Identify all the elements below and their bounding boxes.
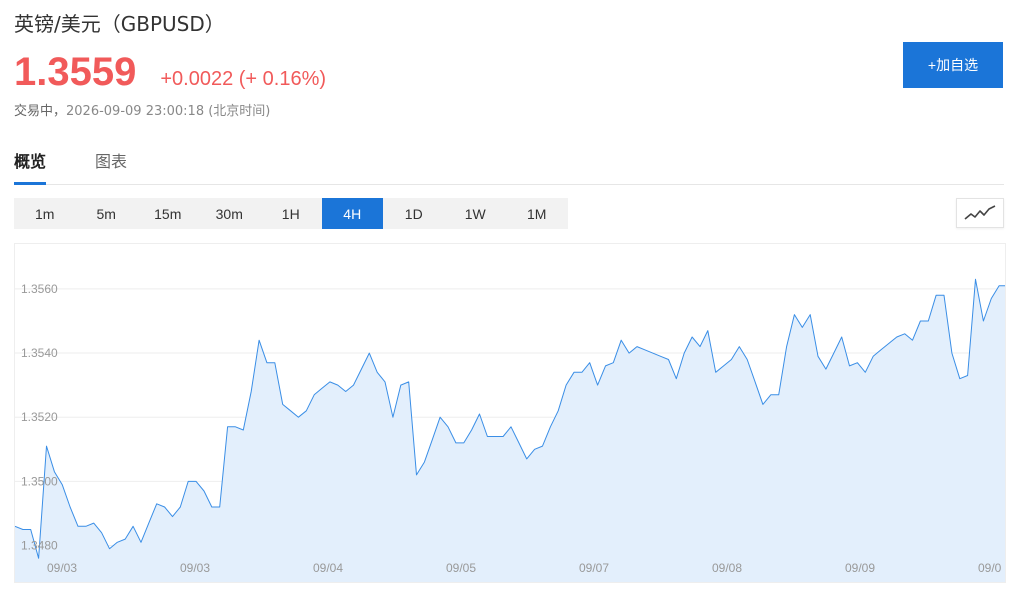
interval-selector: 1m 5m 15m 30m 1H 4H 1D 1W 1M (14, 198, 568, 229)
interval-1d[interactable]: 1D (383, 198, 445, 229)
y-tick-label: 1.3480 (21, 539, 58, 553)
line-chart-icon (964, 205, 996, 220)
tab-overview[interactable]: 概览 (14, 148, 47, 185)
price-chart: 1.3480 1.3500 1.3520 1.3540 1.3560 09/03 09/0… (14, 243, 1006, 583)
last-price: 1.3559 (14, 50, 137, 94)
price-row: 1.3559 +0.0022 (+ 0.16%) (14, 50, 326, 95)
x-tick-label: 09/05 (446, 561, 476, 575)
tab-bar: 概览 图表 (14, 140, 1004, 185)
instrument-title: 英镑/美元（GBPUSD） (14, 12, 225, 36)
y-tick-label: 1.3520 (21, 410, 58, 424)
x-tick-label: 09/07 (579, 561, 609, 575)
price-chart-svg: 1.3480 1.3500 1.3520 1.3540 1.3560 09/03 09/0… (15, 278, 1005, 582)
interval-1h[interactable]: 1H (260, 198, 322, 229)
price-area (15, 279, 1005, 582)
tab-chart[interactable]: 图表 (95, 148, 127, 182)
x-tick-label: 09/0 (978, 561, 1002, 575)
interval-1mo[interactable]: 1M (506, 198, 568, 229)
chart-type-button[interactable] (956, 198, 1004, 228)
quote-page: 英镑/美元（GBPUSD） 1.3559 +0.0022 (+ 0.16%) 交… (0, 0, 1024, 596)
x-tick-label: 09/09 (845, 561, 875, 575)
trading-status: 交易中，2026-09-09 23:00:18 (北京时间) (14, 100, 270, 119)
interval-4h[interactable]: 4H (321, 198, 383, 229)
interval-5m[interactable]: 5m (76, 198, 138, 229)
x-tick-label: 09/04 (313, 561, 343, 575)
price-change: +0.0022 (+ 0.16%) (160, 68, 327, 90)
timestamp: 2026-09-09 23:00:18 (北京时间) (66, 104, 271, 119)
y-tick-label: 1.3560 (21, 282, 58, 296)
status-label: 交易中， (14, 104, 67, 119)
interval-1m[interactable]: 1m (14, 198, 76, 229)
interval-1w[interactable]: 1W (445, 198, 507, 229)
interval-30m[interactable]: 30m (199, 198, 261, 229)
y-tick-label: 1.3540 (21, 346, 58, 360)
x-tick-label: 09/03 (180, 561, 210, 575)
x-tick-label: 09/03 (47, 561, 77, 575)
y-tick-label: 1.3500 (21, 474, 58, 488)
add-watchlist-button[interactable]: +加自选 (903, 42, 1003, 88)
interval-15m[interactable]: 15m (137, 198, 199, 229)
x-tick-label: 09/08 (712, 561, 742, 575)
